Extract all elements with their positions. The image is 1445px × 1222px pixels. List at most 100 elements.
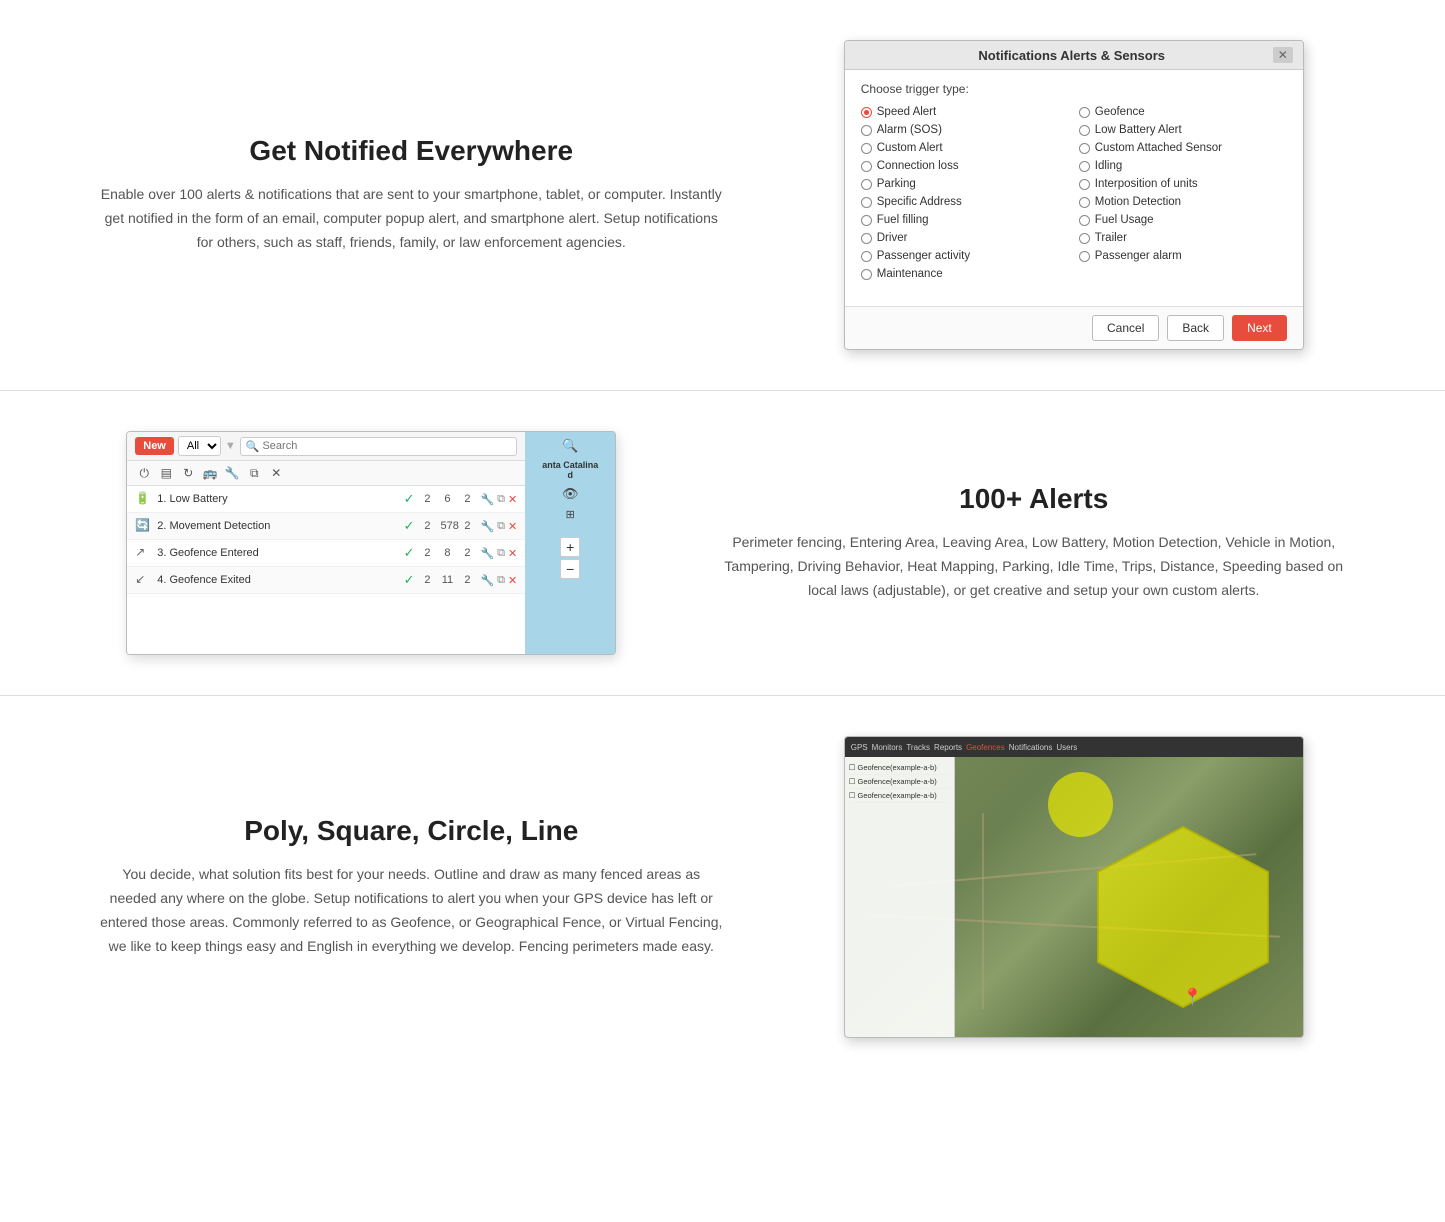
section2-title: 100+ Alerts — [723, 483, 1346, 515]
geofence-enter-icon: ↗ — [135, 545, 151, 561]
delete-icon-2[interactable]: ✕ — [508, 520, 517, 533]
radio-low-battery-alert — [1079, 125, 1090, 136]
topbar-gps-label: GPS — [851, 743, 868, 752]
new-alert-button[interactable]: New — [135, 437, 174, 455]
tool-icon[interactable]: 🔧 — [223, 464, 241, 482]
section3-description: You decide, what solution fits best for … — [100, 863, 723, 958]
delete-icon-1[interactable]: ✕ — [508, 493, 517, 506]
edit-icon-4[interactable]: 🔧 — [480, 574, 494, 587]
edit-icon-2[interactable]: 🔧 — [480, 520, 494, 533]
edit-icon-1[interactable]: 🔧 — [480, 493, 494, 506]
topbar-geofences: Geofences — [966, 743, 1005, 752]
option-alarm-sos[interactable]: Alarm (SOS) — [861, 124, 1069, 136]
copy-icon-1[interactable]: ⧉ — [497, 493, 505, 506]
geofence-topbar: GPS Monitors Tracks Reports Geofences No… — [845, 737, 1303, 757]
radio-custom-sensor — [1079, 143, 1090, 154]
modal-titlebar: Notifications Alerts & Sensors ✕ — [845, 41, 1303, 70]
copy-icon-4[interactable]: ⧉ — [497, 574, 505, 587]
map-layers-icon[interactable]: ⊞ — [566, 508, 575, 521]
section1-text: Get Notified Everywhere Enable over 100 … — [60, 115, 763, 274]
option-custom-alert[interactable]: Custom Alert — [861, 142, 1069, 154]
map-area-label: anta Catalinad — [542, 460, 598, 480]
option-maintenance[interactable]: Maintenance — [861, 268, 1069, 280]
option-fuel-usage[interactable]: Fuel Usage — [1079, 214, 1287, 226]
modal-close-button[interactable]: ✕ — [1273, 47, 1293, 63]
radio-connection-loss — [861, 161, 872, 172]
cancel-button[interactable]: Cancel — [1092, 315, 1159, 341]
icon-toolbar: ⏻ ▤ ↻ 🚌 🔧 ⧉ ✕ — [127, 461, 525, 486]
alert-num2-4: 11 — [440, 574, 454, 586]
alert-name-1: 1. Low Battery — [157, 493, 397, 505]
section3-title: Poly, Square, Circle, Line — [100, 815, 723, 847]
alert-map-panel: 🔍 anta Catalinad 👁 ⊞ + − — [525, 432, 615, 654]
alert-num3-3: 2 — [460, 547, 474, 559]
option-interposition[interactable]: Interposition of units — [1079, 178, 1287, 190]
alert-name-4: 4. Geofence Exited — [157, 574, 397, 586]
copy-icon-3[interactable]: ⧉ — [497, 547, 505, 560]
topbar-reports: Reports — [934, 743, 962, 752]
topbar-users: Users — [1056, 743, 1077, 752]
zoom-out-button[interactable]: − — [560, 559, 580, 579]
back-button[interactable]: Back — [1167, 315, 1224, 341]
map-pin: 📍 — [1183, 987, 1203, 1007]
alert-num3-4: 2 — [460, 574, 474, 586]
map-search-icon[interactable]: 🔍 — [562, 438, 578, 454]
option-speed-alert[interactable]: Speed Alert — [861, 106, 1069, 118]
option-driver[interactable]: Driver — [861, 232, 1069, 244]
power-icon[interactable]: ⏻ — [135, 464, 153, 482]
option-idling[interactable]: Idling — [1079, 160, 1287, 172]
option-connection-loss[interactable]: Connection loss — [861, 160, 1069, 172]
alert-num1-1: 2 — [420, 493, 434, 505]
search-box: 🔍 — [240, 437, 517, 456]
delete-icon-3[interactable]: ✕ — [508, 547, 517, 560]
topbar-notifications: Notifications — [1009, 743, 1053, 752]
option-low-battery-alert[interactable]: Low Battery Alert — [1079, 124, 1287, 136]
map-eye-icon[interactable]: 👁 — [562, 486, 579, 502]
zoom-in-button[interactable]: + — [560, 537, 580, 557]
list-icon[interactable]: ▤ — [157, 464, 175, 482]
option-fuel-filling[interactable]: Fuel filling — [861, 214, 1069, 226]
refresh-icon[interactable]: ↻ — [179, 464, 197, 482]
radio-driver — [861, 233, 872, 244]
edit-icon-3[interactable]: 🔧 — [480, 547, 494, 560]
section2-image: New All ▼ 🔍 ⏻ ▤ ↻ 🚌 🔧 — [60, 431, 683, 655]
section-notifications: Get Notified Everywhere Enable over 100 … — [0, 0, 1445, 390]
alert-check-3: ✓ — [404, 545, 415, 561]
radio-fuel-usage — [1079, 215, 1090, 226]
copy-icon-2[interactable]: ⧉ — [497, 520, 505, 533]
geofence-map: ☐Geofence(example-a-b) ☐Geofence(example… — [845, 757, 1303, 1037]
option-passenger-activity[interactable]: Passenger activity — [861, 250, 1069, 262]
radio-idling — [1079, 161, 1090, 172]
battery-icon: 🔋 — [135, 491, 151, 507]
delete-icon-4[interactable]: ✕ — [508, 574, 517, 587]
copy-icon[interactable]: ⧉ — [245, 464, 263, 482]
modal-screenshot: Notifications Alerts & Sensors ✕ Choose … — [844, 40, 1304, 350]
option-custom-sensor[interactable]: Custom Attached Sensor — [1079, 142, 1287, 154]
section3-text: Poly, Square, Circle, Line You decide, w… — [60, 795, 763, 978]
radio-motion-detection — [1079, 197, 1090, 208]
section3-image: GPS Monitors Tracks Reports Geofences No… — [763, 736, 1386, 1038]
option-parking[interactable]: Parking — [861, 178, 1069, 190]
option-geofence[interactable]: Geofence — [1079, 106, 1287, 118]
radio-speed-alert — [861, 107, 872, 118]
search-input[interactable] — [262, 440, 511, 452]
alert-name-3: 3. Geofence Entered — [157, 547, 397, 559]
search-icon: 🔍 — [246, 440, 260, 453]
alert-row-1: 🔋 1. Low Battery ✓ 2 6 2 🔧 ⧉ ✕ — [127, 486, 525, 513]
modal-title: Notifications Alerts & Sensors — [871, 48, 1273, 63]
alert-num2-1: 6 — [440, 493, 454, 505]
close-toolbar-icon[interactable]: ✕ — [267, 464, 285, 482]
modal-options-grid: Speed Alert Geofence Alarm (SOS) Low Bat… — [861, 106, 1287, 280]
option-motion-detection[interactable]: Motion Detection — [1079, 196, 1287, 208]
section1-description: Enable over 100 alerts & notifications t… — [100, 183, 723, 254]
next-button[interactable]: Next — [1232, 315, 1287, 341]
modal-footer: Cancel Back Next — [845, 306, 1303, 349]
car-icon[interactable]: 🚌 — [201, 464, 219, 482]
modal-subtitle: Choose trigger type: — [861, 82, 1287, 96]
alert-actions-3: 🔧 ⧉ ✕ — [480, 547, 517, 560]
filter-select[interactable]: All — [178, 436, 221, 456]
option-trailer[interactable]: Trailer — [1079, 232, 1287, 244]
option-specific-address[interactable]: Specific Address — [861, 196, 1069, 208]
alert-list-screenshot: New All ▼ 🔍 ⏻ ▤ ↻ 🚌 🔧 — [126, 431, 616, 655]
option-passenger-alarm[interactable]: Passenger alarm — [1079, 250, 1287, 262]
